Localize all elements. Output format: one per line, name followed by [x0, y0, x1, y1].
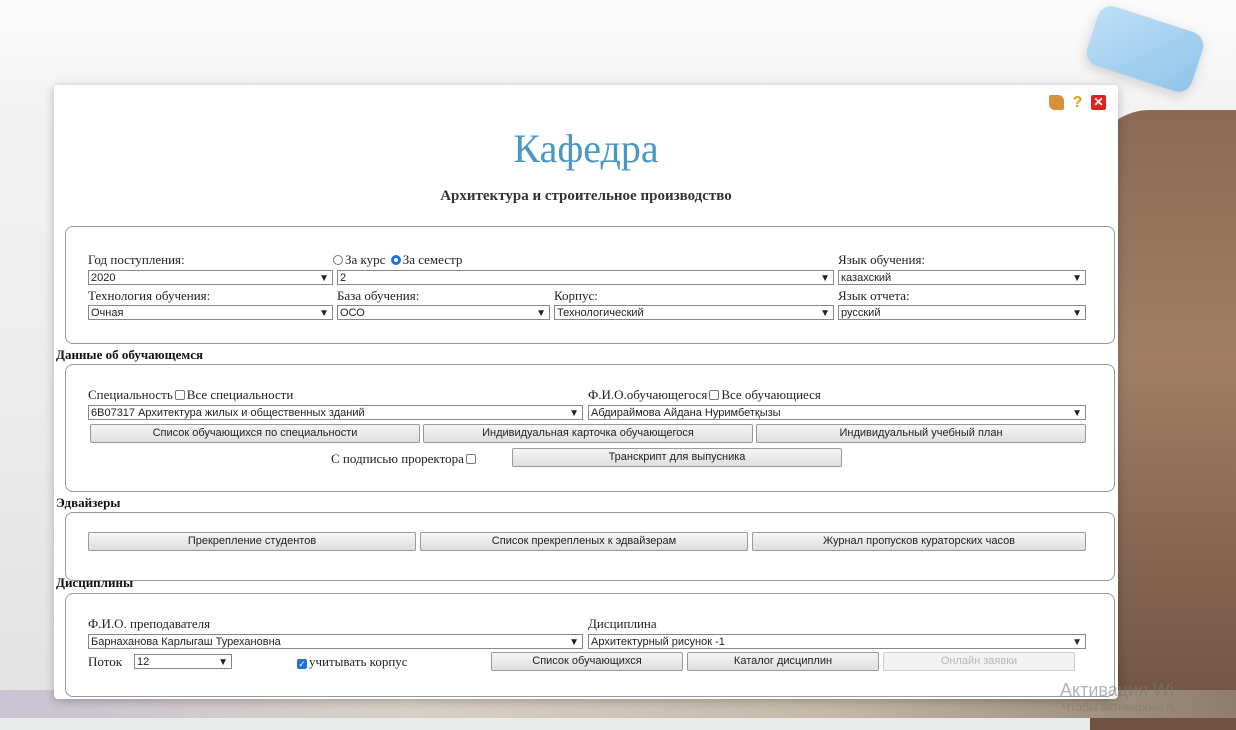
discipline-select[interactable]: Архитектурный рисунок -1 ▼	[588, 634, 1086, 649]
help-icon[interactable]: ?	[1070, 95, 1085, 111]
chevron-down-icon: ▼	[319, 273, 329, 284]
student-card-button[interactable]: Индивидуальная карточка обучающегося	[423, 424, 753, 443]
report-lang-select-value: русский	[841, 307, 881, 319]
all-students-label: Все обучающиеся	[721, 387, 821, 402]
chevron-down-icon: ▼	[218, 657, 228, 668]
kafedra-dialog: ? ✕ Кафедра Архитектура и строительное п…	[54, 85, 1118, 699]
student-section-title: Данные об обучающемся	[56, 347, 204, 362]
chevron-down-icon: ▼	[536, 308, 546, 319]
attach-students-button[interactable]: Прекрепление студентов	[88, 532, 416, 551]
page-title: Кафедра	[513, 126, 659, 171]
transcript-button[interactable]: Транскрипт для выпусника	[512, 448, 842, 467]
consider-corpus-label: учитывать корпус	[309, 654, 408, 669]
fio-label-row: Ф.И.О.обучающегося Все обучающиеся	[588, 387, 821, 403]
prorector-label: С подписью проректора	[331, 451, 464, 466]
discipline-label: Дисциплина	[588, 616, 657, 631]
filters-group: Год поступления: За курс За семестр Язык…	[65, 226, 1115, 344]
individual-plan-button[interactable]: Индивидуальный учебный план	[756, 424, 1086, 443]
dialog-toolbar: ? ✕	[1049, 95, 1106, 111]
teacher-label: Ф.И.О. преподавателя	[88, 616, 211, 631]
base-label: База обучения:	[337, 288, 420, 303]
student-select[interactable]: Абдираймова Айдана Нуримбетқызы ▼	[588, 405, 1086, 420]
all-specialties-checkbox[interactable]	[174, 390, 185, 400]
corpus-select-value: Технологический	[557, 307, 644, 319]
chevron-down-icon: ▼	[569, 637, 579, 648]
discipline-students-button[interactable]: Список обучающихся	[491, 652, 683, 671]
chevron-down-icon: ▼	[569, 408, 579, 419]
period-select-value: 2	[340, 272, 347, 284]
windows-activation-hint: Чтобы активировать	[1062, 700, 1176, 714]
students-by-specialty-button[interactable]: Список обучающихся по специальности	[90, 424, 420, 443]
consider-corpus-row: ✓ учитывать корпус	[295, 654, 408, 670]
bookmark-icon[interactable]	[1049, 95, 1064, 110]
corpus-label: Корпус:	[554, 288, 598, 303]
period-select[interactable]: 2 ▼	[337, 270, 834, 285]
chevron-down-icon: ▼	[820, 273, 830, 284]
report-lang-label: Язык отчета:	[838, 288, 910, 303]
advisers-section-title: Эдвайзеры	[56, 495, 121, 510]
radio-course[interactable]	[333, 255, 343, 265]
teacher-select-value: Барнаханова Карлыгаш Турехановна	[91, 636, 281, 648]
lang-select-value: казахский	[841, 272, 892, 284]
specialty-label-row: Специальность Все специальности	[88, 387, 293, 403]
lang-label: Язык обучения:	[838, 252, 926, 267]
tech-label: Технология обучения:	[88, 288, 211, 303]
adviser-list-button[interactable]: Список прекрепленых к эдвайзерам	[420, 532, 748, 551]
teacher-select[interactable]: Барнаханова Карлыгаш Турехановна ▼	[88, 634, 583, 649]
base-select-value: ОСО	[340, 307, 365, 319]
close-icon[interactable]: ✕	[1091, 95, 1106, 110]
report-lang-select[interactable]: русский ▼	[838, 305, 1086, 320]
base-select[interactable]: ОСО ▼	[337, 305, 550, 320]
specialty-select[interactable]: 6B07317 Архитектура жилых и общественных…	[88, 405, 583, 420]
online-requests-button[interactable]: Онлайн заявки	[883, 652, 1075, 671]
corpus-select[interactable]: Технологический ▼	[554, 305, 834, 320]
specialty-select-value: 6B07317 Архитектура жилых и общественных…	[91, 407, 365, 419]
period-radio-group: За курс За семестр	[331, 252, 462, 268]
discipline-catalog-button[interactable]: Каталог дисциплин	[687, 652, 879, 671]
radio-semester-label: За семестр	[402, 252, 463, 267]
stream-label: Поток	[88, 654, 123, 669]
curator-journal-button[interactable]: Журнал пропусков кураторских часов	[752, 532, 1086, 551]
disciplines-section-title: Дисциплины	[56, 575, 134, 590]
chevron-down-icon: ▼	[1072, 273, 1082, 284]
all-students-checkbox[interactable]	[709, 390, 720, 400]
radio-semester[interactable]	[390, 255, 401, 265]
student-select-value: Абдираймова Айдана Нуримбетқызы	[591, 407, 781, 419]
chevron-down-icon: ▼	[820, 308, 830, 319]
year-label: Год поступления:	[88, 252, 185, 267]
tech-select-value: Очная	[91, 307, 124, 319]
radio-course-label: За курс	[345, 252, 386, 267]
chevron-down-icon: ▼	[1072, 408, 1082, 419]
advisers-group: Прекрепление студентов Список прекреплен…	[65, 512, 1115, 581]
stream-select[interactable]: 12 ▼	[134, 654, 232, 669]
chevron-down-icon: ▼	[1072, 637, 1082, 648]
tech-select[interactable]: Очная ▼	[88, 305, 333, 320]
specialty-label: Специальность	[88, 387, 173, 402]
page-subtitle: Архитектура и строительное производство	[440, 188, 732, 204]
chevron-down-icon: ▼	[1072, 308, 1082, 319]
consider-corpus-checkbox[interactable]: ✓	[297, 659, 307, 669]
all-specialties-label: Все специальности	[186, 387, 294, 402]
student-group: Специальность Все специальности Ф.И.О.обу…	[65, 364, 1115, 492]
discipline-select-value: Архитектурный рисунок -1	[591, 636, 725, 648]
windows-activation-watermark: Активация Wi	[1060, 680, 1174, 700]
disciplines-group: Ф.И.О. преподавателя Дисциплина Барнахан…	[65, 593, 1115, 697]
stream-select-value: 12	[137, 656, 150, 668]
prorector-checkbox[interactable]	[465, 454, 476, 464]
year-select-value: 2020	[91, 272, 116, 284]
year-select[interactable]: 2020 ▼	[88, 270, 333, 285]
chevron-down-icon: ▼	[319, 308, 329, 319]
prorector-row: С подписью проректора	[331, 451, 478, 467]
fio-label: Ф.И.О.обучающегося	[588, 387, 708, 402]
lang-select[interactable]: казахский ▼	[838, 270, 1086, 285]
